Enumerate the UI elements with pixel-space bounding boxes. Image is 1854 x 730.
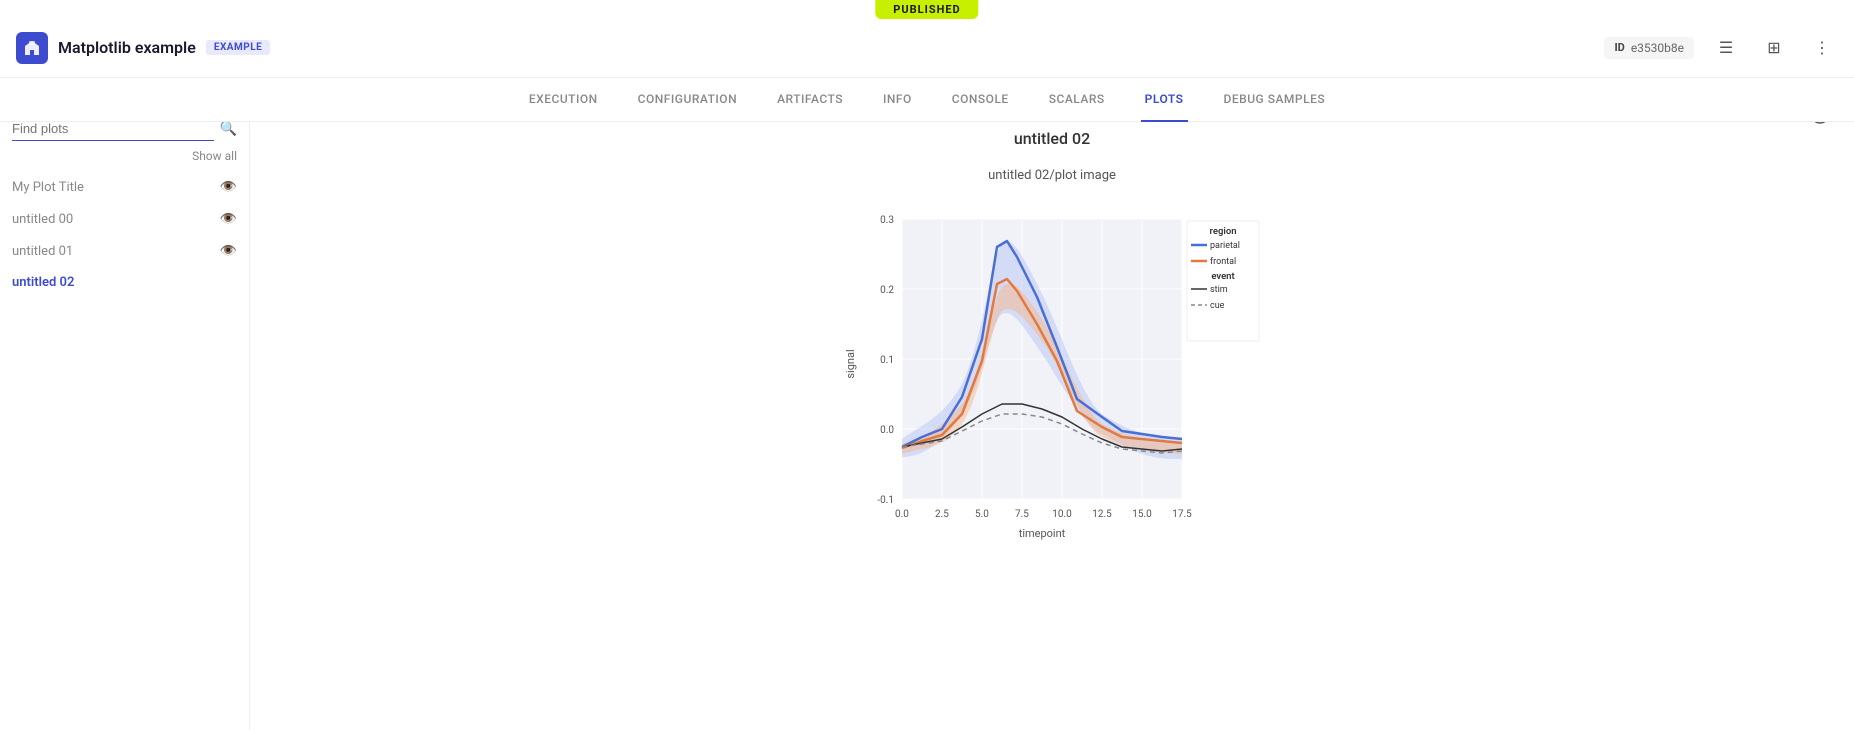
example-badge: EXAMPLE <box>206 40 270 55</box>
sidebar-item-label: untitled 00 <box>12 212 73 227</box>
svg-text:2.5: 2.5 <box>935 509 949 520</box>
svg-text:12.5: 12.5 <box>1092 509 1112 520</box>
svg-text:0.0: 0.0 <box>895 509 909 520</box>
task-id-display: ID e3530b8e <box>1604 37 1694 59</box>
svg-text:region: region <box>1210 226 1237 237</box>
sidebar-item-my-plot-title[interactable]: My Plot Title 👁️ <box>0 171 249 203</box>
svg-text:event: event <box>1211 271 1234 282</box>
more-icon-btn[interactable]: ⋮ <box>1806 32 1838 64</box>
svg-text:7.5: 7.5 <box>1015 509 1029 520</box>
header: Matplotlib example EXAMPLE ID e3530b8e ☰… <box>0 18 1854 78</box>
content-area: untitled 02 untitled 02/plot image <box>250 105 1854 730</box>
svg-text:0.1: 0.1 <box>880 355 894 366</box>
svg-text:-0.1: -0.1 <box>877 495 894 506</box>
svg-text:0.0: 0.0 <box>880 425 894 436</box>
sidebar: 🔍 Show all My Plot Title 👁️ untitled 00 … <box>0 105 250 730</box>
svg-text:0.3: 0.3 <box>880 215 894 226</box>
tab-scalars[interactable]: SCALARS <box>1045 78 1109 122</box>
plot-area: -0.1 0.0 0.1 0.2 0.3 signal 0.0 2.5 5.0 … <box>290 199 1814 563</box>
published-banner: PUBLISHED <box>875 0 978 19</box>
sidebar-item-label: untitled 02 <box>12 275 74 290</box>
chart-svg: -0.1 0.0 0.1 0.2 0.3 signal 0.0 2.5 5.0 … <box>842 199 1262 559</box>
sidebar-item-untitled-00[interactable]: untitled 00 👁️ <box>0 203 249 235</box>
plot-subtitle: untitled 02/plot image <box>290 168 1814 183</box>
sidebar-item-untitled-01[interactable]: untitled 01 👁️ <box>0 235 249 267</box>
published-label: PUBLISHED <box>893 3 960 16</box>
eye-off-icon: 👁️ <box>220 211 237 227</box>
svg-text:10.0: 10.0 <box>1052 509 1072 520</box>
document-icon-btn[interactable]: ☰ <box>1710 32 1742 64</box>
nav-tabs: EXECUTION CONFIGURATION ARTIFACTS INFO C… <box>0 78 1854 122</box>
svg-text:frontal: frontal <box>1210 257 1236 267</box>
main-layout: 🔍 Show all My Plot Title 👁️ untitled 00 … <box>0 105 1854 730</box>
search-icon: 🔍 <box>220 121 237 137</box>
layout-icon-btn[interactable]: ⊞ <box>1758 32 1790 64</box>
svg-text:17.5: 17.5 <box>1172 509 1192 520</box>
header-left: Matplotlib example EXAMPLE <box>16 32 270 64</box>
svg-text:15.0: 15.0 <box>1132 509 1152 520</box>
svg-text:5.0: 5.0 <box>975 509 989 520</box>
chart-wrapper: -0.1 0.0 0.1 0.2 0.3 signal 0.0 2.5 5.0 … <box>842 199 1262 563</box>
tab-artifacts[interactable]: ARTIFACTS <box>773 78 847 122</box>
svg-text:parietal: parietal <box>1210 241 1240 251</box>
tab-plots[interactable]: PLOTS <box>1141 78 1188 122</box>
svg-text:0.2: 0.2 <box>880 285 894 296</box>
sidebar-item-label: My Plot Title <box>12 180 84 195</box>
eye-off-icon: 👁️ <box>220 179 237 195</box>
task-id-value: e3530b8e <box>1631 41 1684 55</box>
tab-info[interactable]: INFO <box>879 78 916 122</box>
svg-text:cue: cue <box>1210 301 1225 311</box>
svg-text:stim: stim <box>1210 285 1228 295</box>
sidebar-item-untitled-02[interactable]: untitled 02 <box>0 267 249 298</box>
sidebar-item-label: untitled 01 <box>12 244 73 259</box>
tab-console[interactable]: CONSOLE <box>948 78 1013 122</box>
svg-text:timepoint: timepoint <box>1019 527 1066 540</box>
svg-text:signal: signal <box>844 349 857 378</box>
show-all-button[interactable]: Show all <box>0 145 249 171</box>
app-title: Matplotlib example <box>58 38 196 57</box>
eye-off-icon: 👁️ <box>220 243 237 259</box>
app-logo <box>16 32 48 64</box>
header-right: ID e3530b8e ☰ ⊞ ⋮ <box>1604 32 1838 64</box>
tab-configuration[interactable]: CONFIGURATION <box>634 78 741 122</box>
tab-execution[interactable]: EXECUTION <box>525 78 602 122</box>
plot-title: untitled 02 <box>290 129 1814 148</box>
tab-debug-samples[interactable]: DEBUG SAMPLES <box>1220 78 1330 122</box>
